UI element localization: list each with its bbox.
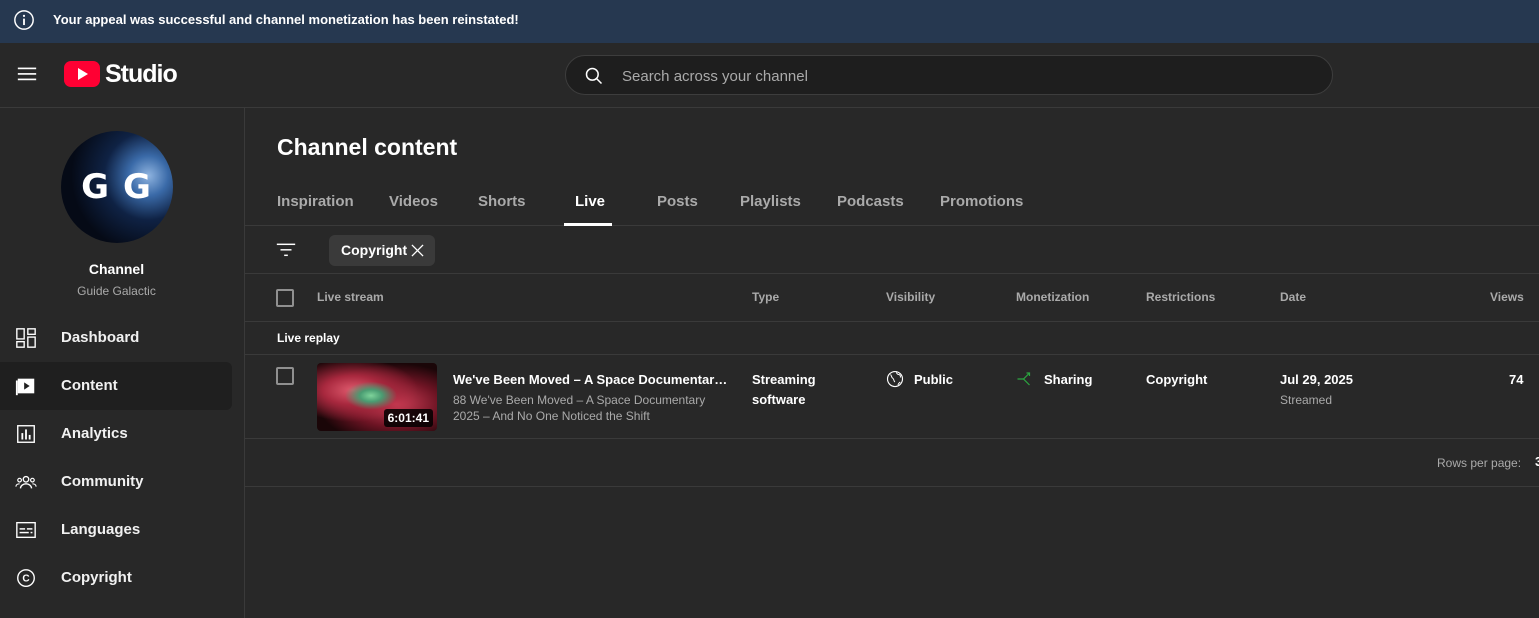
filter-chip-copyright[interactable]: Copyright (329, 235, 435, 266)
column-header-views[interactable]: Views (1490, 290, 1524, 304)
sidebar-item-label: Content (61, 377, 118, 394)
sidebar-item-label: Copyright (61, 569, 132, 586)
sidebar-item-label: Analytics (61, 425, 128, 442)
channel-avatar[interactable]: GG (61, 131, 173, 243)
date-value: Jul 29, 2025 (1280, 372, 1353, 387)
search-icon[interactable] (584, 66, 604, 86)
logo-text: Studio (105, 60, 178, 88)
close-icon[interactable] (411, 244, 424, 257)
date-subtext: Streamed (1280, 393, 1333, 407)
sidebar-item-community[interactable]: Community (0, 458, 232, 506)
column-header-restrictions: Restrictions (1146, 290, 1216, 304)
notification-banner: Your appeal was successful and channel m… (0, 0, 1539, 43)
main-content: Channel content Inspiration Videos Short… (245, 108, 1539, 618)
studio-logo[interactable]: Studio (64, 60, 178, 88)
tab-promotions[interactable]: Promotions (940, 193, 1023, 210)
monetization-value[interactable]: Sharing (1044, 372, 1092, 387)
video-description: 88 We've Been Moved – A Space Documentar… (453, 393, 706, 423)
filter-bar: Copyright (245, 226, 1539, 274)
rows-per-page-label: Rows per page: (1437, 456, 1522, 470)
pagination-bar: Rows per page: 30 (245, 439, 1539, 487)
content-tabs: Inspiration Videos Shorts Live Posts Pla… (245, 184, 1539, 226)
duration-badge: 6:01:41 (383, 409, 433, 427)
table-header: Live stream Type Visibility Monetization… (245, 274, 1539, 322)
sidebar-item-label: Community (61, 473, 144, 490)
tab-live[interactable]: Live (575, 193, 605, 210)
sidebar-item-copyright[interactable]: C Copyright (0, 554, 232, 602)
sidebar-item-label: Dashboard (61, 329, 140, 346)
filter-icon[interactable] (275, 239, 297, 261)
sidebar-item-dashboard[interactable]: Dashboard (0, 314, 232, 362)
video-thumbnail[interactable]: 6:01:41 (317, 363, 437, 431)
svg-text:C: C (22, 574, 29, 585)
section-label: Live replay (277, 331, 340, 345)
type-line-2: software (752, 392, 806, 407)
sidebar-item-label: Languages (61, 521, 141, 538)
sidebar: GG Channel Guide Galactic Dashboard Cont… (0, 108, 245, 618)
sidebar-item-languages[interactable]: Languages (0, 506, 232, 554)
search-input[interactable] (622, 65, 1302, 87)
select-all-checkbox[interactable] (276, 289, 294, 307)
youtube-logo-icon (64, 61, 100, 87)
tab-inspiration[interactable]: Inspiration (277, 193, 354, 210)
copyright-icon: C (17, 569, 35, 587)
column-header-live-stream[interactable]: Live stream (317, 290, 384, 304)
row-checkbox[interactable] (276, 367, 294, 385)
views-value: 74 (1509, 372, 1524, 387)
section-header-live-replay: Live replay (245, 322, 1539, 355)
dashboard-icon (16, 328, 36, 348)
analytics-icon (17, 425, 35, 443)
community-icon (15, 475, 37, 489)
tab-shorts[interactable]: Shorts (478, 193, 526, 210)
filter-chip-label: Copyright (341, 242, 408, 258)
monetization-sharing-icon (1017, 372, 1031, 386)
globe-icon (886, 370, 904, 388)
search-bar[interactable] (565, 55, 1333, 95)
column-header-type: Type (752, 290, 780, 304)
sidebar-item-content[interactable]: Content (0, 362, 232, 410)
avatar-initials: GG (81, 167, 165, 207)
channel-name: Guide Galactic (77, 284, 156, 298)
languages-icon (16, 521, 36, 539)
visibility-value[interactable]: Public (914, 372, 953, 387)
channel-label: Channel (88, 261, 145, 277)
hamburger-menu-icon[interactable] (16, 63, 38, 85)
table-row[interactable]: 6:01:41 We've Been Moved – A Space Docum… (245, 355, 1539, 439)
top-bar: Studio (0, 43, 1539, 108)
type-line-1: Streaming (752, 372, 816, 387)
tab-posts[interactable]: Posts (657, 193, 698, 210)
restrictions-value[interactable]: Copyright (1146, 372, 1207, 387)
video-title[interactable]: We've Been Moved – A Space Documentar… (453, 372, 727, 387)
page-title: Channel content (277, 134, 458, 160)
tab-podcasts[interactable]: Podcasts (837, 193, 904, 210)
column-header-date[interactable]: Date (1280, 290, 1306, 304)
tab-videos[interactable]: Videos (389, 193, 438, 210)
column-header-visibility: Visibility (886, 290, 936, 304)
banner-message: Your appeal was successful and channel m… (53, 12, 519, 27)
rows-per-page-select[interactable]: 30 (1535, 454, 1539, 469)
info-icon (14, 10, 34, 30)
sidebar-item-analytics[interactable]: Analytics (0, 410, 232, 458)
column-header-monetization: Monetization (1016, 290, 1090, 304)
tab-playlists[interactable]: Playlists (740, 193, 801, 210)
content-icon (15, 378, 35, 396)
